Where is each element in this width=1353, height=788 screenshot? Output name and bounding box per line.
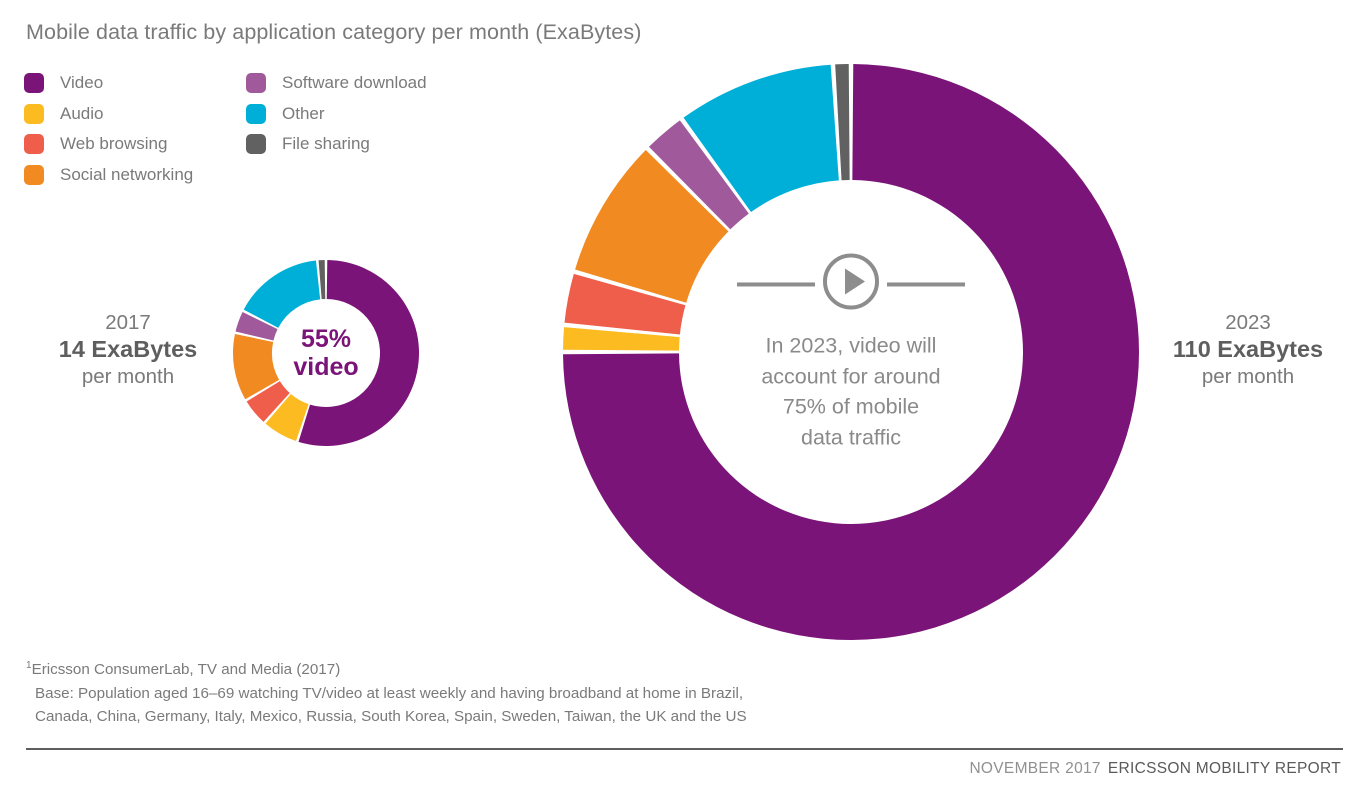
legend-swatch-web-browsing-icon xyxy=(24,134,44,155)
legend-column-left: Video Audio Web browsing Social networki… xyxy=(24,68,193,190)
donut-2023-amount: 110 ExaBytes xyxy=(1172,336,1324,362)
footer-date: NOVEMBER 2017 xyxy=(969,760,1101,777)
donut-slice-file-sharing xyxy=(318,260,326,300)
footnote: 1Ericsson ConsumerLab, TV and Media (201… xyxy=(26,658,747,729)
legend-swatch-audio-icon xyxy=(24,103,44,124)
footnote-line-2: Base: Population aged 16–69 watching TV/… xyxy=(35,684,744,702)
footnote-line-1: 1Ericsson ConsumerLab, TV and Media (201… xyxy=(26,658,747,682)
legend-swatch-file-sharing-icon xyxy=(246,134,266,155)
legend-item-social-networking: Social networking xyxy=(24,160,193,191)
donut-chart-2017: 55% video xyxy=(231,258,421,448)
footnote-source: Ericsson ConsumerLab, TV and Media (2017… xyxy=(31,661,341,679)
donut-2017-amount: 14 ExaBytes xyxy=(58,336,198,362)
donut-2017-center-word: video xyxy=(293,353,359,381)
donut-2017-center-percent: 55% xyxy=(300,325,352,353)
legend-label-web-browsing: Web browsing xyxy=(60,134,168,154)
legend-swatch-software-download-icon xyxy=(246,73,266,94)
donut-2023-caption: 2023 110 ExaBytes per month xyxy=(1148,310,1348,389)
legend-column-right: Software download Other File sharing xyxy=(246,68,427,160)
legend-label-other: Other xyxy=(282,103,325,123)
divider-left xyxy=(737,281,815,286)
play-circle-icon xyxy=(821,251,881,316)
donut-2017-year: 2017 xyxy=(105,311,151,334)
donut-2023-center-line-2: account for around xyxy=(761,363,941,388)
donut-2023-year: 2023 xyxy=(1225,311,1271,334)
donut-2023-center-line-1: In 2023, video will xyxy=(765,333,937,358)
donut-2017-per-month: per month xyxy=(81,364,175,388)
footer-report-name: ERICSSON MOBILITY REPORT xyxy=(1107,760,1341,777)
play-icon-row xyxy=(717,251,985,316)
donut-2023-center-line-3: 75% of mobile xyxy=(782,394,920,419)
donut-2023-center-line-4: data traffic xyxy=(801,425,901,450)
legend-label-social-networking: Social networking xyxy=(60,164,194,184)
donut-2017-caption: 2017 14 ExaBytes per month xyxy=(28,310,228,389)
page-title: Mobile data traffic by application categ… xyxy=(26,20,642,44)
legend-item-software-download: Software download xyxy=(246,68,427,99)
divider-right xyxy=(887,281,965,286)
legend-item-video: Video xyxy=(24,68,193,99)
legend-swatch-social-networking-icon xyxy=(24,164,44,185)
donut-slice-other xyxy=(243,260,321,328)
footer-divider xyxy=(26,748,1343,750)
legend-swatch-video-icon xyxy=(24,73,44,94)
legend-item-audio: Audio xyxy=(24,99,193,130)
footer: NOVEMBER 2017 ERICSSON MOBILITY REPORT xyxy=(969,760,1341,778)
legend-item-file-sharing: File sharing xyxy=(246,129,427,160)
legend-item-web-browsing: Web browsing xyxy=(24,129,193,160)
donut-2023-center-text: In 2023, video will account for around 7… xyxy=(717,330,985,452)
legend-label-software-download: Software download xyxy=(282,73,427,93)
footnote-line-3: Canada, China, Germany, Italy, Mexico, R… xyxy=(35,708,747,726)
donut-2023-per-month: per month xyxy=(1201,364,1295,388)
legend-label-file-sharing: File sharing xyxy=(282,134,370,154)
legend-label-video: Video xyxy=(60,73,104,93)
legend-label-audio: Audio xyxy=(60,103,104,123)
donut-2017-center-label: 55% video xyxy=(293,325,358,381)
legend-swatch-other-icon xyxy=(246,103,266,124)
legend-item-other: Other xyxy=(246,99,427,130)
donut-chart-2023: In 2023, video will account for around 7… xyxy=(561,62,1141,642)
donut-2023-center-callout: In 2023, video will account for around 7… xyxy=(717,251,985,452)
